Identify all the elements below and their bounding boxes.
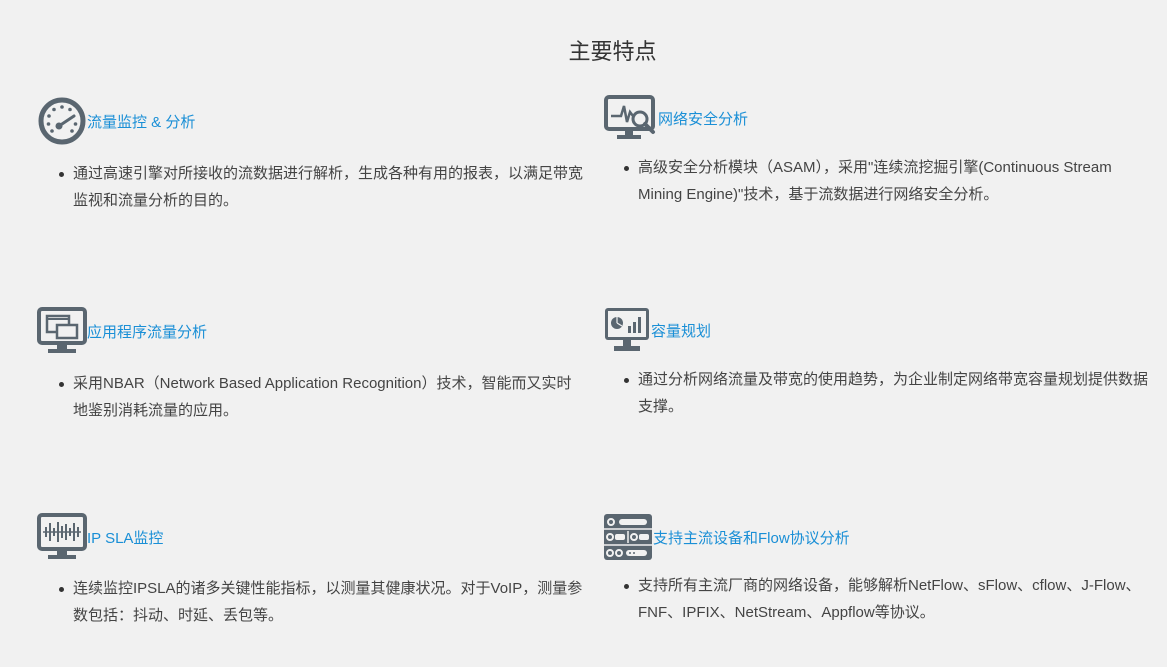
section-title: 主要特点 xyxy=(568,39,657,64)
server-rack-icon xyxy=(603,512,653,562)
feature-title[interactable]: IP SLA监控 xyxy=(87,527,163,548)
feature-description: 通过分析网络流量及带宽的使用趋势，为企业制定网络带宽容量规划提供数据支撑。 xyxy=(620,366,1150,420)
feature-header: IP SLA监控 xyxy=(37,512,597,562)
monitor-waveform-icon xyxy=(37,512,87,562)
feature-description: 支持所有主流厂商的网络设备，能够解析NetFlow、sFlow、cflow、J-… xyxy=(620,572,1150,626)
feature-header: 网络安全分析 xyxy=(603,94,1163,142)
feature-device-flow-support: 支持主流设备和Flow协议分析 支持所有主流厂商的网络设备，能够解析NetFlo… xyxy=(603,512,1163,626)
monitor-chart-icon xyxy=(603,306,651,354)
speedometer-icon xyxy=(37,96,87,146)
feature-description-list: 高级安全分析模块（ASAM），采用"连续流挖掘引擎(Continuous Str… xyxy=(620,154,1120,208)
feature-description-list: 支持所有主流厂商的网络设备，能够解析NetFlow、sFlow、cflow、J-… xyxy=(620,572,1150,626)
feature-header: 容量规划 xyxy=(603,306,1163,354)
feature-title[interactable]: 网络安全分析 xyxy=(658,108,748,129)
feature-traffic-monitoring: 流量监控 & 分析 通过高速引擎对所接收的流数据进行解析，生成各种有用的报表，以… xyxy=(37,96,597,214)
feature-title[interactable]: 支持主流设备和Flow协议分析 xyxy=(653,527,850,548)
feature-title[interactable]: 流量监控 & 分析 xyxy=(87,111,195,132)
feature-header: 应用程序流量分析 xyxy=(37,306,597,356)
feature-header: 支持主流设备和Flow协议分析 xyxy=(603,512,1163,562)
feature-description: 高级安全分析模块（ASAM），采用"连续流挖掘引擎(Continuous Str… xyxy=(620,154,1120,208)
feature-ip-sla-monitoring: IP SLA监控 连续监控IPSLA的诸多关键性能指标，以测量其健康状况。对于V… xyxy=(37,512,597,629)
feature-description: 通过高速引擎对所接收的流数据进行解析，生成各种有用的报表，以满足带宽监视和流量分… xyxy=(55,160,583,214)
feature-description-list: 通过高速引擎对所接收的流数据进行解析，生成各种有用的报表，以满足带宽监视和流量分… xyxy=(55,160,583,214)
feature-description-list: 采用NBAR（Network Based Application Recogni… xyxy=(55,370,583,424)
feature-security-analysis: 网络安全分析 高级安全分析模块（ASAM），采用"连续流挖掘引擎(Continu… xyxy=(603,94,1163,208)
feature-description-list: 通过分析网络流量及带宽的使用趋势，为企业制定网络带宽容量规划提供数据支撑。 xyxy=(620,366,1150,420)
feature-application-traffic: 应用程序流量分析 采用NBAR（Network Based Applicatio… xyxy=(37,306,597,424)
features-page: 主要特点 流量监控 & 分析 通过高速引擎对所接收的流数据进行解析，生成各种有用… xyxy=(0,0,1167,667)
feature-description-list: 连续监控IPSLA的诸多关键性能指标，以测量其健康状况。对于VoIP，测量参数包… xyxy=(55,575,583,629)
monitor-windows-icon xyxy=(37,306,87,356)
feature-description: 采用NBAR（Network Based Application Recogni… xyxy=(55,370,583,424)
monitor-pulse-search-icon xyxy=(603,94,658,142)
feature-title[interactable]: 应用程序流量分析 xyxy=(87,321,207,342)
feature-capacity-planning: 容量规划 通过分析网络流量及带宽的使用趋势，为企业制定网络带宽容量规划提供数据支… xyxy=(603,306,1163,420)
feature-title[interactable]: 容量规划 xyxy=(651,320,711,341)
feature-header: 流量监控 & 分析 xyxy=(37,96,597,146)
feature-description: 连续监控IPSLA的诸多关键性能指标，以测量其健康状况。对于VoIP，测量参数包… xyxy=(55,575,583,629)
